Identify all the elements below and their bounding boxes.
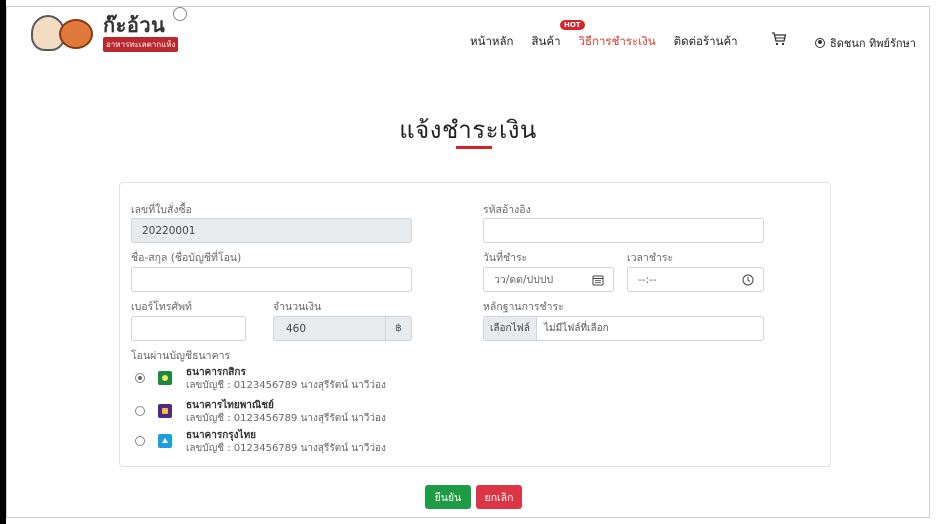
- krungthai-logo-icon: [158, 434, 172, 448]
- bank-option-kasikorn[interactable]: ธนาคารกสิกร เลขบัญชี : 0123456789 นางสุร…: [135, 367, 386, 392]
- confirm-button[interactable]: ยืนยัน: [425, 485, 471, 509]
- site-header: ก๊ะอ้วน อาหารทะเลตากแห้ง HOT หน้าหลัก สิ…: [7, 7, 929, 73]
- cancel-button[interactable]: ยกเลิก: [476, 485, 522, 509]
- phone-input[interactable]: [131, 316, 246, 341]
- logo-subtitle: อาหารทะเลตากแห้ง: [103, 37, 179, 52]
- order-no-label: เลขที่ใบสั่งซื้อ: [131, 204, 192, 216]
- bank-account: เลขบัญชี : 0123456789 นางสุรีรัตน์ นาวีว…: [186, 443, 386, 454]
- scb-logo-icon: [158, 404, 172, 418]
- clock-icon[interactable]: [742, 274, 754, 286]
- bank-option-scb[interactable]: ธนาคารไทยพาณิชย์ เลขบัญชี : 0123456789 น…: [135, 400, 386, 425]
- kasikorn-logo-icon: [158, 371, 172, 385]
- bank-info: ธนาคารกสิกร เลขบัญชี : 0123456789 นางสุร…: [186, 367, 386, 392]
- bank-account: เลขบัญชี : 0123456789 นางสุรีรัตน์ นาวีว…: [186, 380, 386, 391]
- pay-date-input[interactable]: วว/ดด/ปปปป: [483, 267, 614, 292]
- crab-icon: [59, 19, 93, 49]
- pay-time-label: เวลาชำระ: [627, 252, 674, 264]
- logo-seal-icon: [173, 7, 187, 21]
- bank-name: ธนาคารกสิกร: [186, 367, 246, 378]
- user-menu[interactable]: ธิดชนก ทิพย์รักษา: [815, 34, 916, 52]
- hot-badge: HOT: [560, 20, 585, 30]
- pay-time-input[interactable]: --:--: [627, 267, 764, 292]
- pay-time-placeholder: --:--: [638, 273, 657, 286]
- nav-home[interactable]: หน้าหลัก: [470, 33, 514, 51]
- amount-value: 460: [286, 322, 307, 335]
- amount-input: 460 ฿: [273, 316, 412, 341]
- title-underline: [456, 146, 492, 149]
- cart-icon[interactable]: [771, 31, 787, 47]
- phone-label: เบอร์โทรศัพท์: [131, 301, 192, 313]
- main-nav: หน้าหลัก สินค้า วิธีการชำระเงิน ติดต่อร้…: [470, 33, 756, 51]
- amount-label: จำนวนเงิน: [273, 301, 322, 313]
- bank-name: ธนาคารไทยพาณิชย์: [186, 400, 274, 411]
- nav-products[interactable]: สินค้า: [532, 33, 561, 51]
- order-no-input: 20220001: [131, 218, 412, 243]
- ref-input[interactable]: [483, 218, 764, 243]
- evidence-file-input[interactable]: เลือกไฟล์ ไม่มีไฟล์ที่เลือก: [483, 316, 764, 341]
- user-name: ธิดชนก ทิพย์รักษา: [830, 37, 916, 50]
- ref-label: รหัสอ้างอิง: [483, 204, 531, 216]
- pay-date-placeholder: วว/ดด/ปปปป: [494, 274, 554, 286]
- pay-date-label: วันที่ชำระ: [483, 252, 528, 264]
- file-status: ไม่มีไฟล์ที่เลือก: [544, 323, 609, 334]
- evidence-label: หลักฐานการชำระ: [483, 301, 564, 313]
- bank-section-label: โอนผ่านบัญชีธนาคาร: [131, 350, 231, 362]
- logo-text: ก๊ะอ้วน อาหารทะเลตากแห้ง: [103, 13, 179, 52]
- bank-name: ธนาคารกรุงไทย: [186, 430, 257, 441]
- radio-scb[interactable]: [135, 406, 145, 416]
- radio-krungthai[interactable]: [135, 436, 145, 446]
- logo-title: ก๊ะอ้วน: [103, 13, 166, 37]
- radio-kasikorn[interactable]: [135, 373, 145, 383]
- choose-file-button[interactable]: เลือกไฟล์: [484, 317, 537, 340]
- name-label: ชื่อ-สกุล (ชื่อบัญชีที่โอน): [131, 252, 242, 264]
- bank-info: ธนาคารกรุงไทย เลขบัญชี : 0123456789 นางส…: [186, 430, 386, 455]
- logo-mascot: [29, 13, 101, 53]
- page-title: แจ้งชำระเงิน: [399, 116, 537, 144]
- bank-option-krungthai[interactable]: ธนาคารกรุงไทย เลขบัญชี : 0123456789 นางส…: [135, 430, 386, 455]
- bank-info: ธนาคารไทยพาณิชย์ เลขบัญชี : 0123456789 น…: [186, 400, 386, 425]
- nav-contact[interactable]: ติดต่อร้านค้า: [674, 33, 738, 51]
- site-logo[interactable]: ก๊ะอ้วน อาหารทะเลตากแห้ง: [29, 13, 179, 53]
- order-no-value: 20220001: [142, 224, 196, 237]
- nav-payment-method[interactable]: วิธีการชำระเงิน: [579, 33, 656, 51]
- user-icon: [815, 38, 825, 48]
- calendar-icon[interactable]: [592, 274, 604, 286]
- baht-suffix: ฿: [385, 317, 411, 340]
- name-input[interactable]: [131, 267, 412, 292]
- bank-account: เลขบัญชี : 0123456789 นางสุรีรัตน์ นาวีว…: [186, 413, 386, 424]
